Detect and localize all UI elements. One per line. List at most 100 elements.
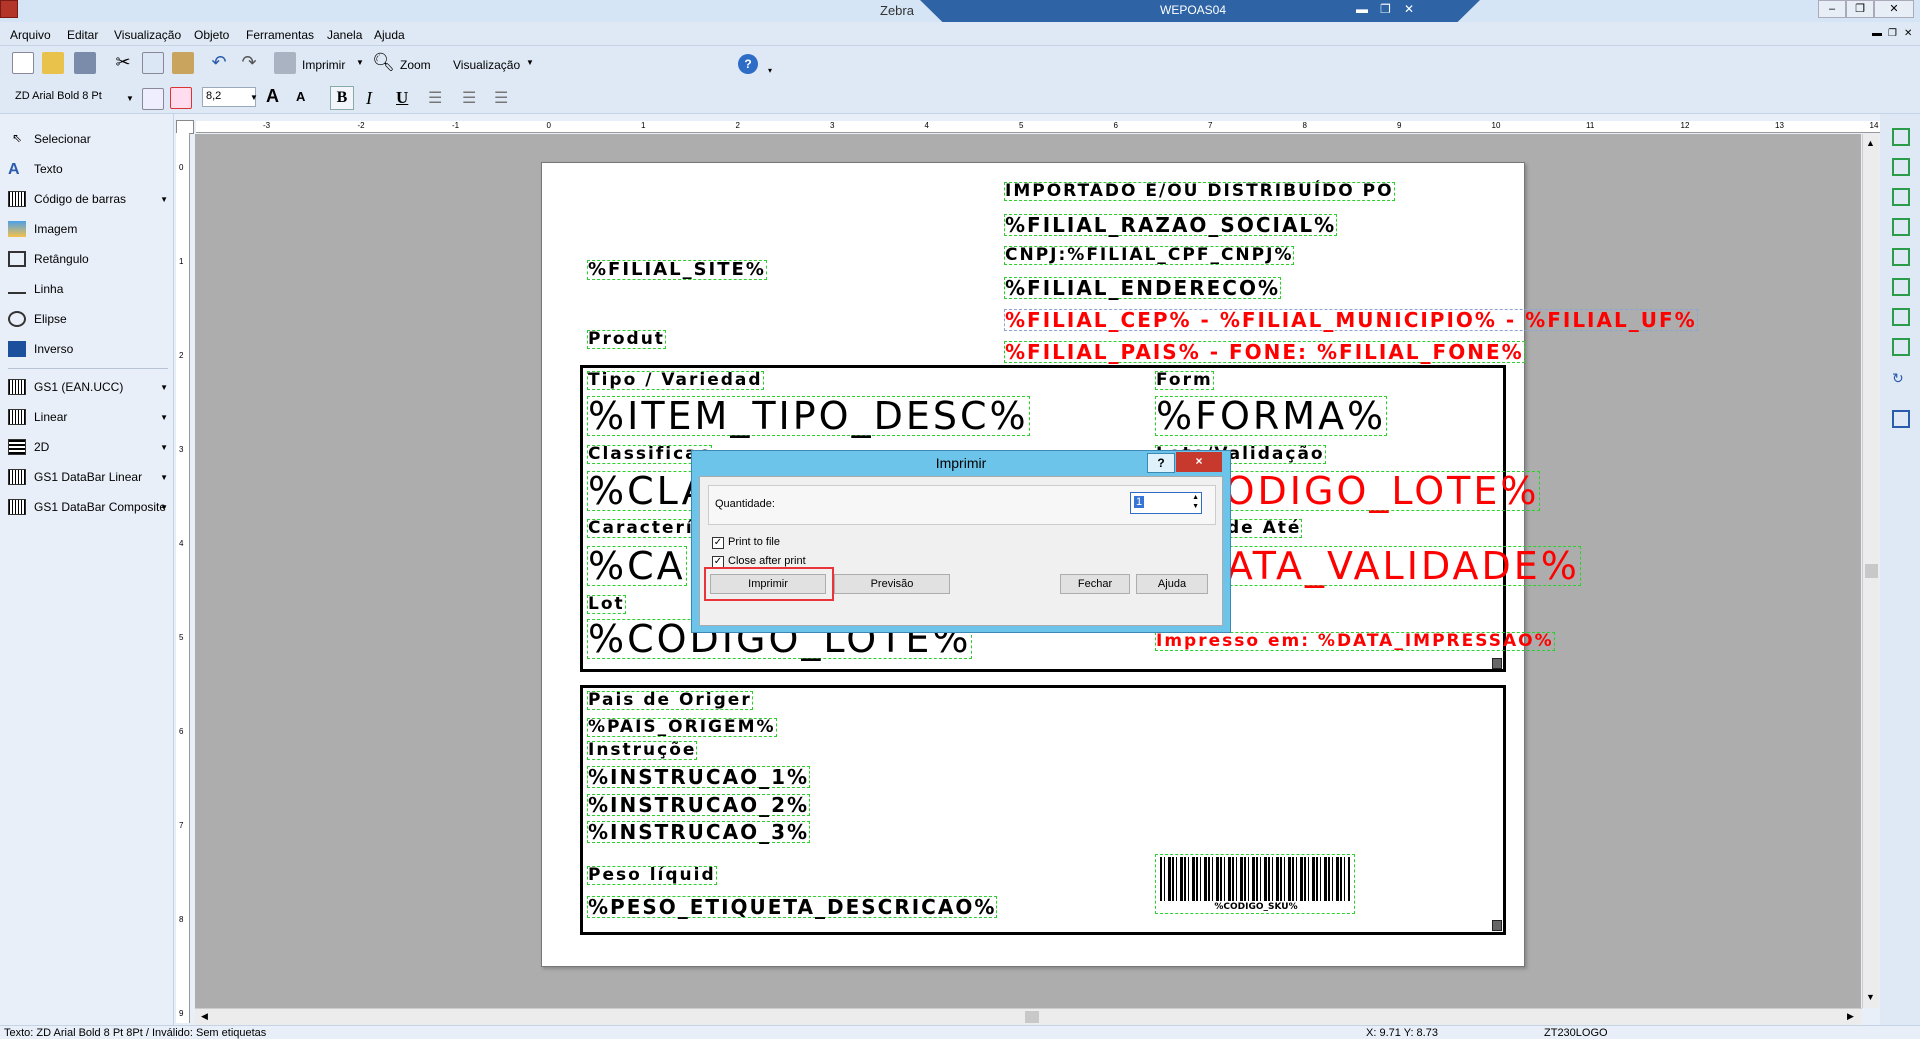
print-button[interactable]: Imprimir	[302, 58, 345, 72]
help-button[interactable]: Ajuda	[1136, 574, 1208, 594]
vertical-scrollbar[interactable]: ▲ ▼	[1862, 134, 1879, 1008]
text-endereco[interactable]: %FILIAL_ENDERECO%	[1004, 277, 1281, 299]
minimize-button[interactable]: –	[1818, 0, 1846, 18]
close-button[interactable]: ✕	[1874, 0, 1914, 18]
properties-icon[interactable]	[1892, 410, 1910, 428]
paste-icon[interactable]	[172, 52, 194, 74]
text-pais-origem[interactable]: %PAIS_ORIGEM%	[587, 718, 777, 737]
tool-select[interactable]: ⇖ Selecionar	[8, 128, 172, 150]
remote-close-icon[interactable]: ✕	[1404, 2, 1414, 16]
preview-button[interactable]: Previsão	[834, 574, 950, 594]
chevron-down-icon[interactable]: ▼	[126, 94, 134, 103]
text-lot-label[interactable]: Lot	[587, 595, 626, 614]
undo-icon[interactable]: ↶	[208, 52, 230, 74]
font-size-input[interactable]: 8,2	[202, 87, 256, 107]
tool-gs1-databar-composite[interactable]: GS1 DataBar Composite ▼	[8, 496, 172, 518]
align-right-edges-icon[interactable]	[1892, 188, 1910, 206]
bold-button[interactable]: B	[330, 86, 354, 110]
zoom-icon[interactable]: 🔍︎	[372, 52, 395, 74]
scroll-left-icon[interactable]: ◀	[201, 1011, 208, 1022]
tool-gs1-databar-linear[interactable]: GS1 DataBar Linear ▼	[8, 466, 172, 488]
view-button[interactable]: Visualização	[453, 58, 520, 72]
scroll-thumb[interactable]	[1865, 564, 1878, 578]
chevron-down-icon[interactable]: ▼	[356, 58, 364, 67]
text-instrucao-2[interactable]: %INSTRUCAO_2%	[587, 794, 811, 816]
redo-icon[interactable]: ↷	[238, 52, 260, 74]
menu-arquivo[interactable]: Arquivo	[10, 28, 51, 42]
text-peso-label[interactable]: Peso líquid	[587, 866, 717, 885]
scroll-down-icon[interactable]: ▼	[1866, 992, 1875, 1002]
mdi-close-icon[interactable]: ✕	[1904, 28, 1912, 39]
menu-editar[interactable]: Editar	[67, 28, 98, 42]
text-tipo-label[interactable]: Tipo / Variedad	[587, 371, 764, 390]
align-left-icon[interactable]: ☰	[428, 88, 442, 108]
menu-ferramentas[interactable]: Ferramentas	[246, 28, 314, 42]
text-item-tipo[interactable]: %ITEM_TIPO_DESC%	[587, 396, 1030, 436]
toolbar-overflow-icon[interactable]: ▾	[768, 66, 772, 75]
ruler-corner[interactable]	[176, 120, 194, 134]
align-centers-icon[interactable]	[1892, 158, 1910, 176]
text-impresso-em[interactable]: Impresso em: %DATA_IMPRESSAO%	[1155, 632, 1555, 651]
tool-text[interactable]: A Texto	[8, 158, 172, 180]
underline-button[interactable]: U	[396, 88, 408, 108]
align-middles-icon[interactable]	[1892, 248, 1910, 266]
tool-linear[interactable]: Linear ▼	[8, 406, 172, 428]
barcode-sku[interactable]: %CODIGO_SKU%	[1155, 854, 1355, 914]
text-cnpj[interactable]: CNPJ:%FILIAL_CPF_CNPJ%	[1004, 246, 1295, 265]
printer-icon[interactable]	[274, 52, 296, 74]
remote-minimize-icon[interactable]: ▬	[1356, 2, 1368, 16]
open-folder-icon[interactable]	[42, 52, 64, 74]
align-bottom-edges-icon[interactable]	[1892, 278, 1910, 296]
tool-image[interactable]: Imagem	[8, 218, 172, 240]
text-importado[interactable]: IMPORTADO E/OU DISTRIBUÍDO PO	[1004, 182, 1395, 201]
dialog-close-button[interactable]: ×	[1176, 452, 1222, 472]
tool-rectangle[interactable]: Retângulo	[8, 248, 172, 270]
align-left-edges-icon[interactable]	[1892, 128, 1910, 146]
tool-inverse[interactable]: Inverso	[8, 338, 172, 360]
align-right-icon[interactable]: ☰	[494, 88, 508, 108]
grow-font-button[interactable]: A	[266, 86, 279, 107]
hscroll-thumb[interactable]	[1025, 1011, 1039, 1023]
font-select[interactable]: ZD Arial Bold 8 Pt	[12, 88, 132, 108]
tool-line[interactable]: Linha	[8, 278, 172, 300]
text-razao-social[interactable]: %FILIAL_RAZAO_SOCIAL%	[1004, 214, 1338, 236]
cut-icon[interactable]: ✂	[112, 52, 134, 74]
text-pais-fone[interactable]: %FILIAL_PAIS% - FONE: %FILIAL_FONE%	[1004, 341, 1525, 363]
distribute-horizontal-icon[interactable]	[1892, 308, 1910, 326]
font-settings-icon[interactable]	[142, 88, 164, 110]
mdi-restore-icon[interactable]: ❐	[1888, 28, 1897, 39]
align-top-edges-icon[interactable]	[1892, 218, 1910, 236]
tool-gs1-ean[interactable]: GS1 (EAN.UCC) ▼	[8, 376, 172, 398]
shrink-font-button[interactable]: A	[296, 89, 305, 104]
copy-icon[interactable]	[142, 52, 164, 74]
new-file-icon[interactable]	[12, 52, 34, 74]
dialog-help-button[interactable]: ?	[1147, 453, 1175, 473]
quantity-stepper[interactable]: 1 ▲ ▼	[1130, 492, 1202, 514]
distribute-vertical-icon[interactable]	[1892, 338, 1910, 356]
horizontal-scrollbar[interactable]: ◀ ▶	[195, 1008, 1862, 1025]
print-to-file-checkbox[interactable]: ✓	[712, 537, 724, 549]
remote-restore-icon[interactable]: ❐	[1380, 2, 1391, 16]
text-instrucao-1[interactable]: %INSTRUCAO_1%	[587, 766, 811, 788]
chevron-down-icon[interactable]: ▼	[250, 93, 258, 102]
text-instrucoes-label[interactable]: Instruçõe	[587, 741, 698, 760]
menu-objeto[interactable]: Objeto	[194, 28, 229, 42]
text-cep[interactable]: %FILIAL_CEP% - %FILIAL_MUNICIPIO% - %FIL…	[1004, 309, 1698, 331]
scroll-up-icon[interactable]: ▲	[1866, 138, 1875, 148]
text-forma-label[interactable]: Form	[1155, 371, 1214, 390]
spinner-arrows-icon[interactable]: ▲ ▼	[1192, 493, 1199, 511]
text-peso-etiqueta[interactable]: %PESO_ETIQUETA_DESCRICAO%	[587, 896, 998, 918]
menu-visualizacao[interactable]: Visualização	[114, 28, 181, 42]
mdi-minimize-icon[interactable]: ▬	[1872, 28, 1882, 39]
text-caracteristica[interactable]: %CA	[587, 546, 687, 586]
zoom-button[interactable]: Zoom	[400, 58, 431, 72]
close-dialog-button[interactable]: Fechar	[1060, 574, 1130, 594]
text-site[interactable]: %FILIAL_SITE%	[587, 260, 767, 280]
chevron-down-icon[interactable]: ▼	[526, 58, 534, 67]
text-instrucao-3[interactable]: %INSTRUCAO_3%	[587, 821, 811, 843]
align-center-icon[interactable]: ☰	[462, 88, 476, 108]
scroll-right-icon[interactable]: ▶	[1847, 1011, 1854, 1022]
rotate-icon[interactable]: ↻	[1892, 370, 1904, 387]
text-forma[interactable]: %FORMA%	[1155, 396, 1388, 436]
help-icon[interactable]: ?	[738, 54, 758, 74]
